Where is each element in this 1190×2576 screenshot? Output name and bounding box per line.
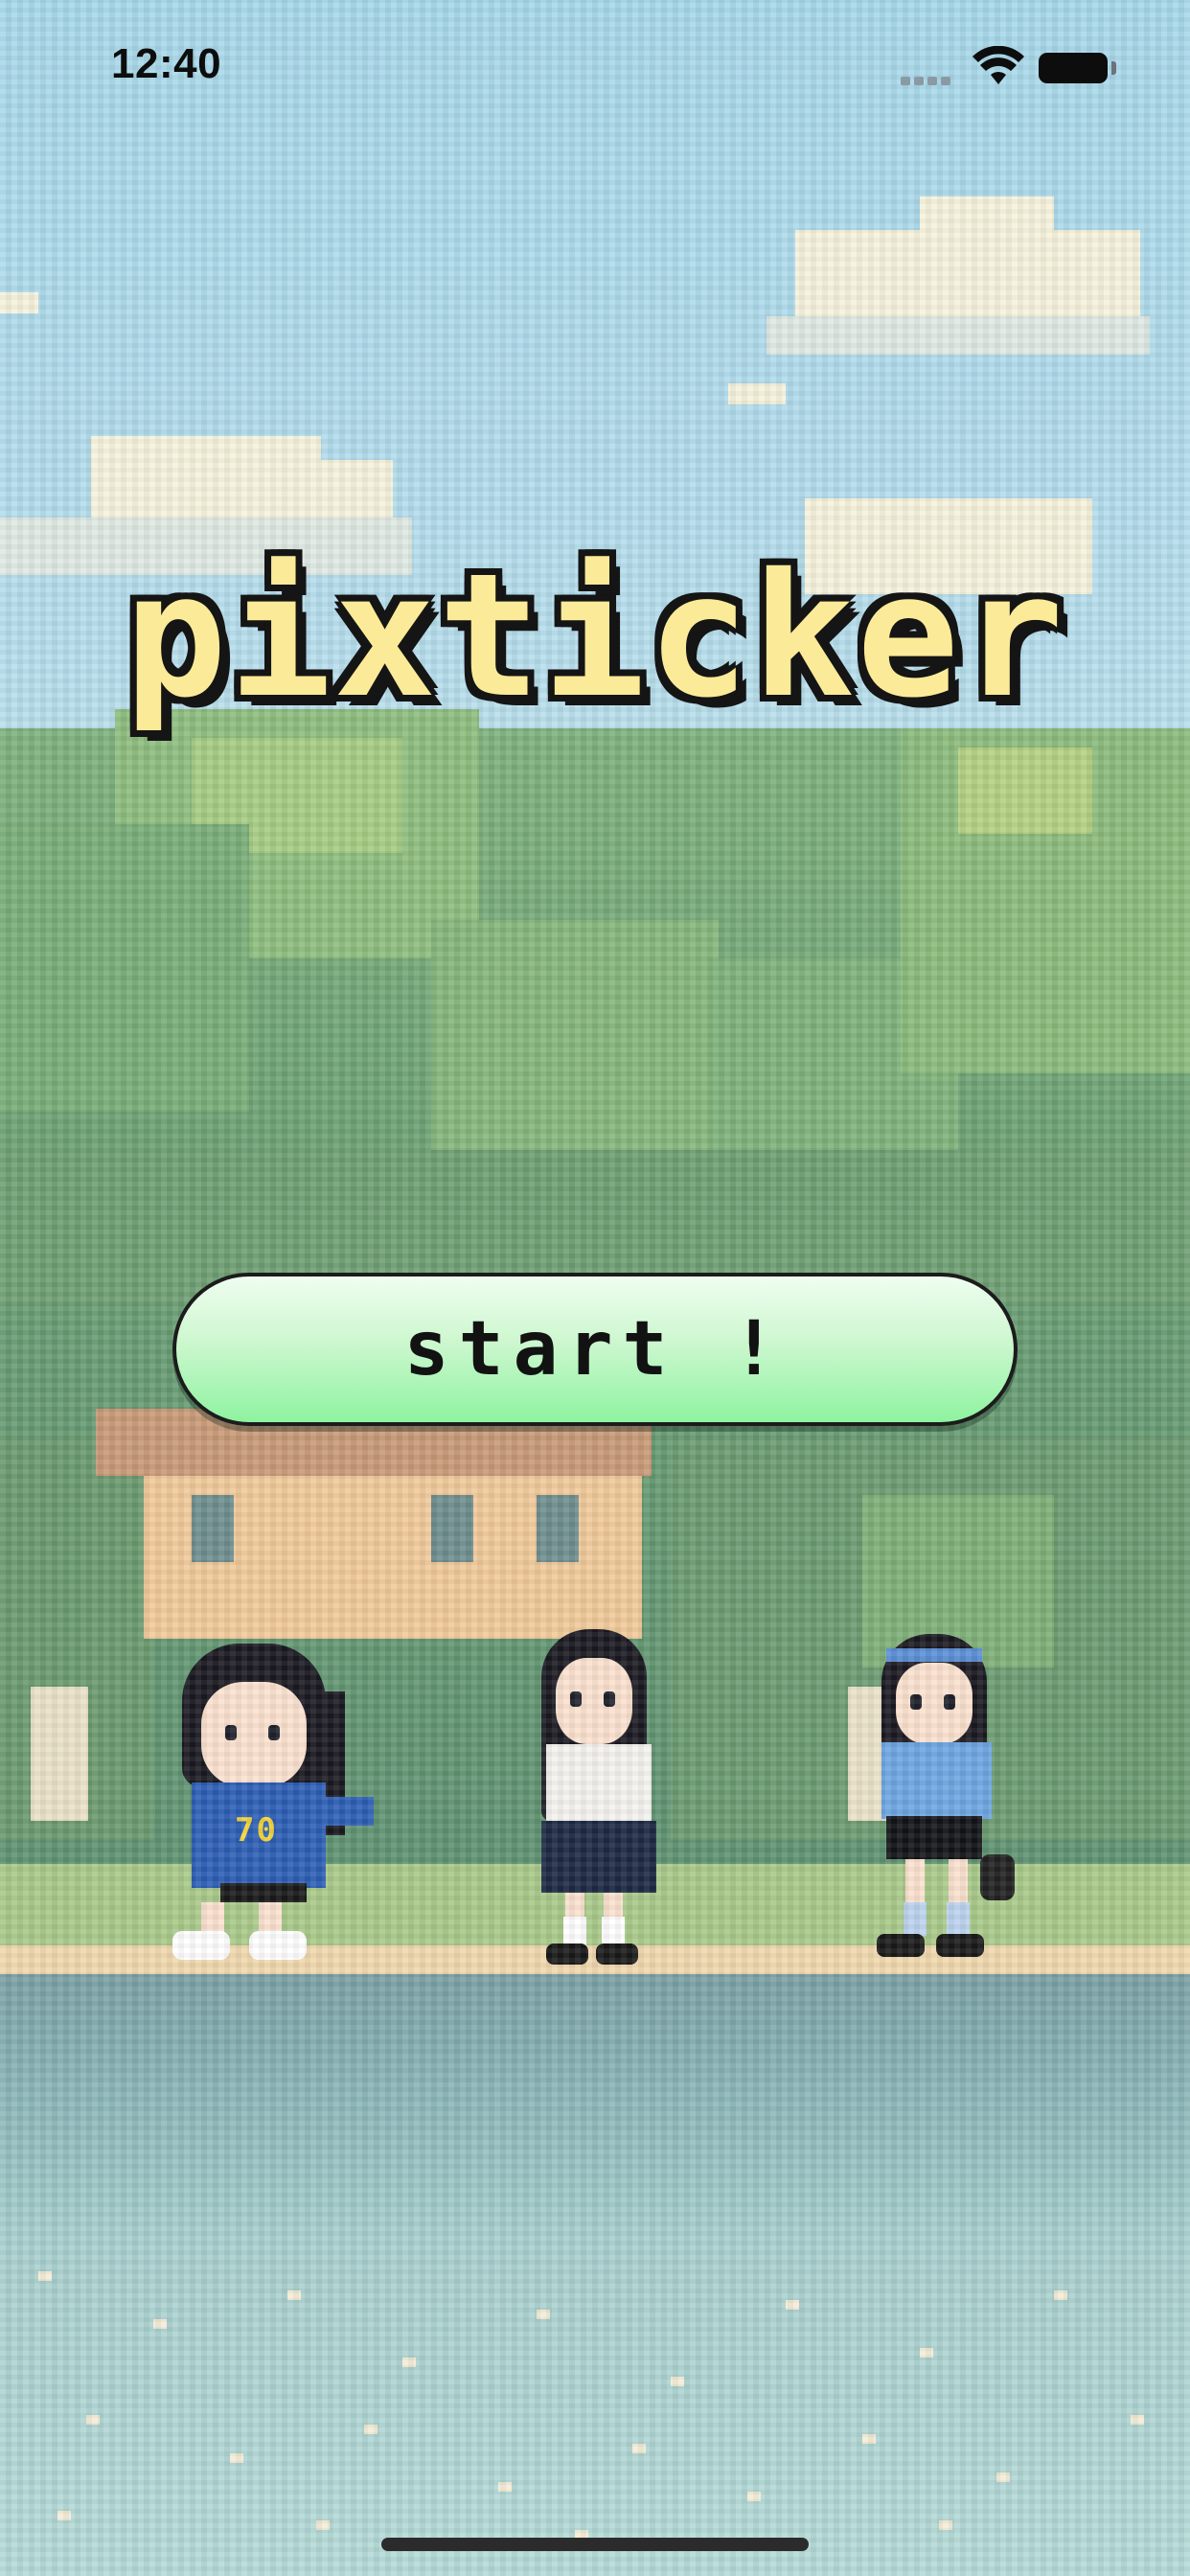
jersey-number: 70 [235, 1811, 278, 1850]
character-girl-jersey: 70 [153, 1644, 383, 1960]
character-girl-blouse [867, 1629, 1015, 1974]
wifi-icon [973, 46, 1024, 84]
character-girl-uniform [527, 1629, 671, 1974]
polka-dot-bag [980, 1854, 1015, 1900]
home-indicator[interactable] [381, 2538, 809, 2551]
status-time: 12:40 [111, 40, 222, 87]
battery-icon [1039, 53, 1108, 83]
statue [31, 1687, 88, 1821]
start-button[interactable]: start ! [172, 1273, 1018, 1426]
signal-icon [901, 71, 954, 89]
app-title: pixticker [124, 537, 1066, 735]
lake [0, 1974, 1190, 2576]
splash-screen: 70 12:40 pixticker start ! [0, 0, 1190, 2576]
start-button-label: start ! [403, 1306, 787, 1392]
battery-cap-icon [1111, 61, 1116, 75]
headband [886, 1648, 982, 1662]
